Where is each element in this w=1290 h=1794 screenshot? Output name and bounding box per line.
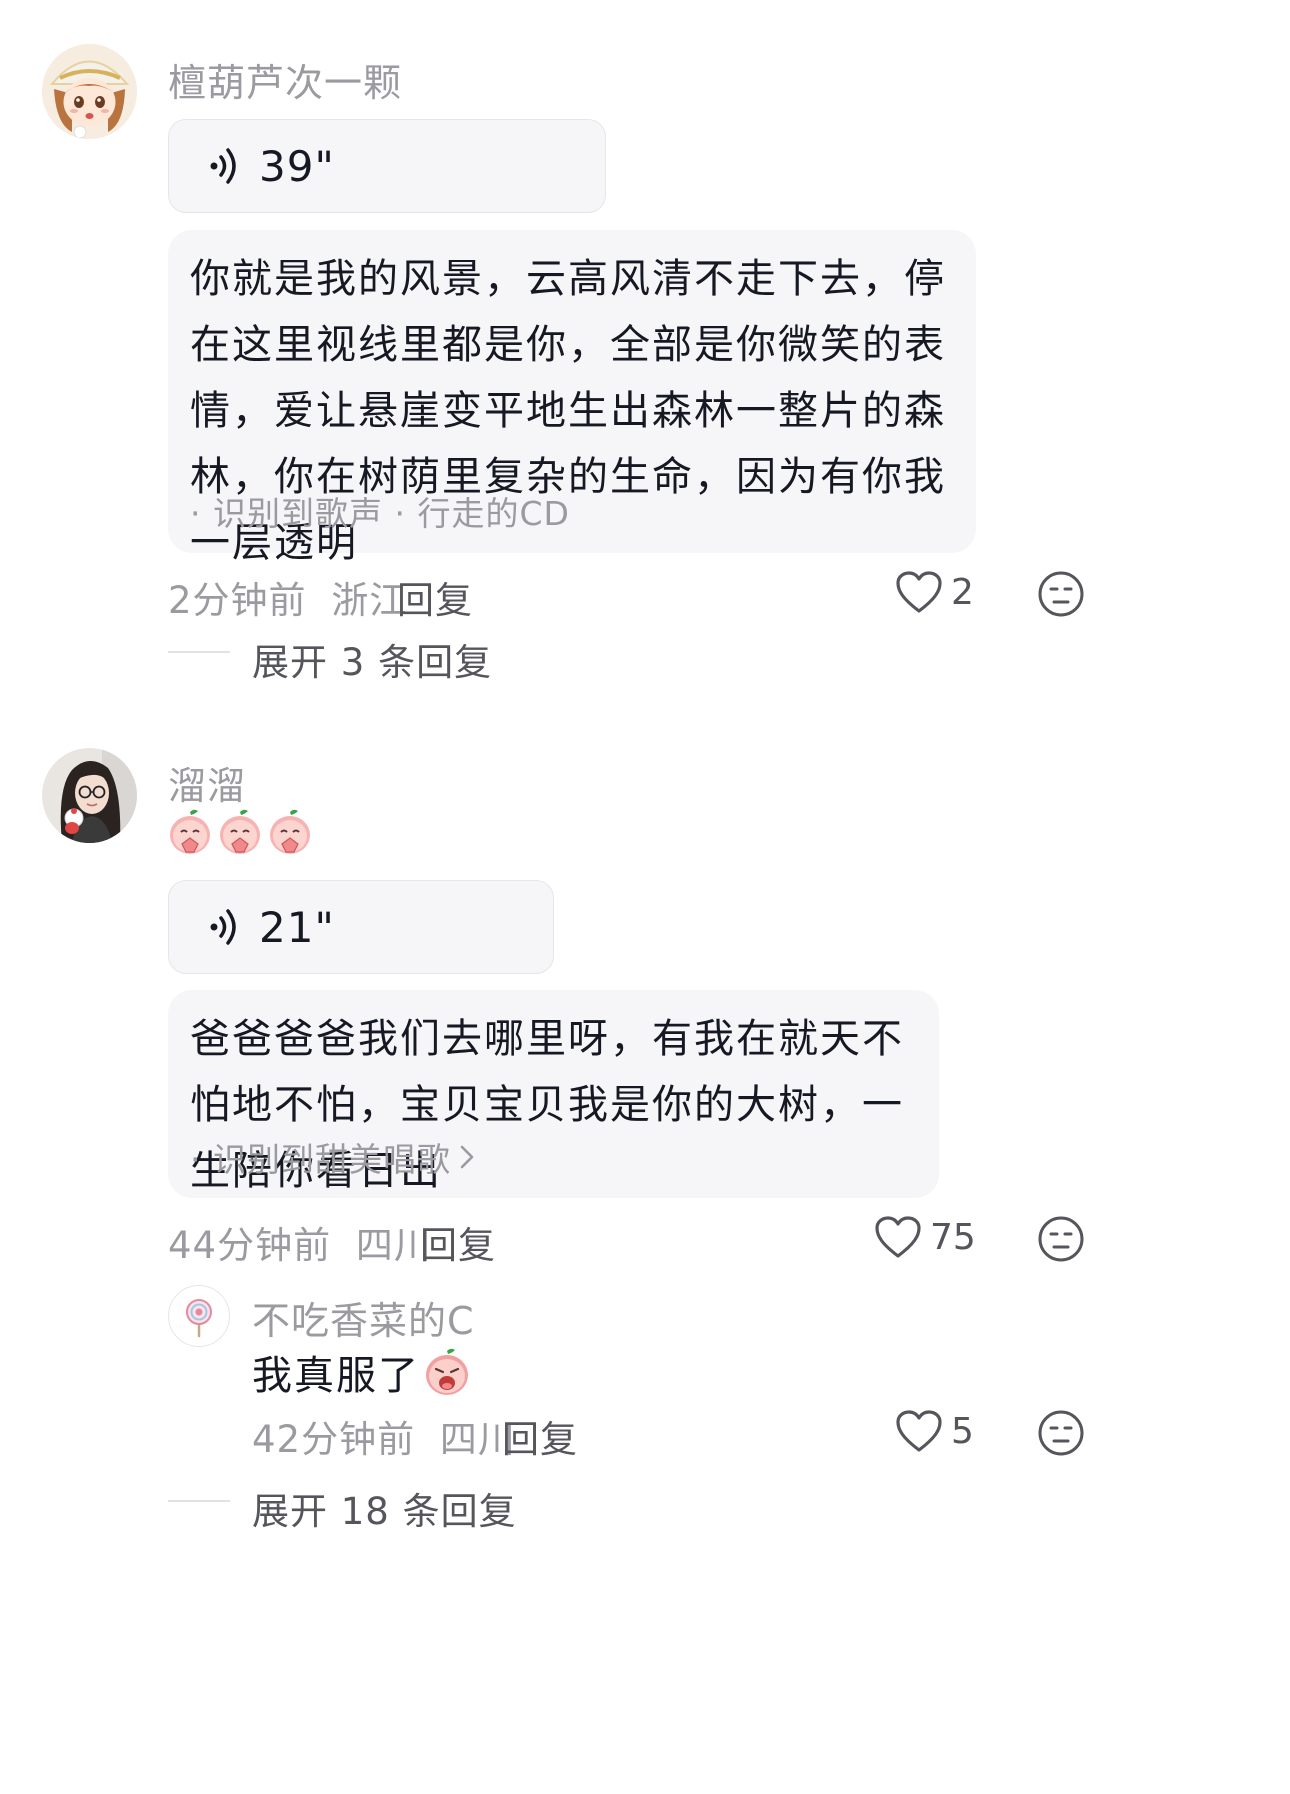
lyrics-recognition-label: · 识别到甜美唱歌: [190, 1140, 451, 1179]
like-button[interactable]: 5: [895, 1409, 974, 1453]
lyrics-card[interactable]: 你就是我的风景，云高风清不走下去，停在这里视线里都是你，全部是你微笑的表情，爱让…: [168, 230, 976, 566]
voice-duration: 21": [259, 902, 335, 952]
voice-message-button[interactable]: 39": [168, 119, 606, 213]
peach-crying-emoji: [424, 1347, 470, 1397]
heart-icon: [895, 1409, 943, 1453]
expand-replies-button[interactable]: 展开 3 条回复: [252, 632, 492, 686]
dislike-face-icon[interactable]: [1037, 1215, 1085, 1263]
reply-content: 我真服了: [252, 1343, 470, 1401]
peach-praying-emoji: [168, 808, 212, 856]
comment-meta: 2分钟前 浙江: [168, 570, 407, 624]
like-count: 5: [951, 1410, 974, 1452]
reply-text: 我真服了: [252, 1353, 420, 1399]
peach-praying-emoji: [218, 808, 262, 856]
comment-location: 浙江: [331, 579, 408, 622]
reply-button[interactable]: 回复: [420, 1215, 496, 1269]
comment-meta: 44分钟前 四川: [168, 1215, 432, 1269]
expand-replies-button[interactable]: 展开 18 条回复: [252, 1481, 517, 1535]
comment-time: 2分钟前: [168, 579, 307, 622]
reply-button[interactable]: 回复: [502, 1409, 578, 1463]
avatar[interactable]: [42, 44, 137, 139]
lyrics-recognition-tag[interactable]: · 识别到甜美唱歌: [190, 1133, 475, 1181]
heart-icon: [895, 570, 943, 614]
like-button[interactable]: 75: [874, 1215, 976, 1259]
voice-duration: 39": [259, 141, 335, 191]
peach-praying-emoji: [268, 808, 312, 856]
reply-username[interactable]: 不吃香菜的C: [252, 1290, 475, 1345]
like-button[interactable]: 2: [895, 570, 974, 614]
peach-praying-emoji-row: [168, 808, 312, 856]
reply-button[interactable]: 回复: [397, 570, 473, 624]
comment-time: 44分钟前: [168, 1224, 332, 1267]
lyrics-card[interactable]: 爸爸爸爸我们去哪里呀，有我在就天不怕地不怕，宝贝宝贝我是你的大树，一生陪你看日出…: [168, 990, 939, 1198]
sound-wave-icon: [209, 907, 239, 947]
comment-username[interactable]: 溜溜: [168, 755, 246, 810]
like-count: 75: [930, 1216, 976, 1258]
heart-icon: [874, 1215, 922, 1259]
expand-divider: [168, 1500, 230, 1502]
voice-message-button[interactable]: 21": [168, 880, 554, 974]
comment-username[interactable]: 檀葫芦次一颗: [168, 52, 402, 107]
reply-meta: 42分钟前 四川: [252, 1409, 516, 1463]
dislike-face-icon[interactable]: [1037, 570, 1085, 618]
chevron-right-icon: [459, 1144, 475, 1170]
lyrics-recognition-tag[interactable]: · 识别到歌声 · 行走的CD: [190, 487, 570, 535]
reply-avatar[interactable]: [168, 1285, 230, 1347]
dislike-face-icon[interactable]: [1037, 1409, 1085, 1457]
avatar[interactable]: [42, 748, 137, 843]
like-count: 2: [951, 571, 974, 613]
reply-time: 42分钟前: [252, 1418, 416, 1461]
sound-wave-icon: [209, 146, 239, 186]
expand-divider: [168, 651, 230, 653]
